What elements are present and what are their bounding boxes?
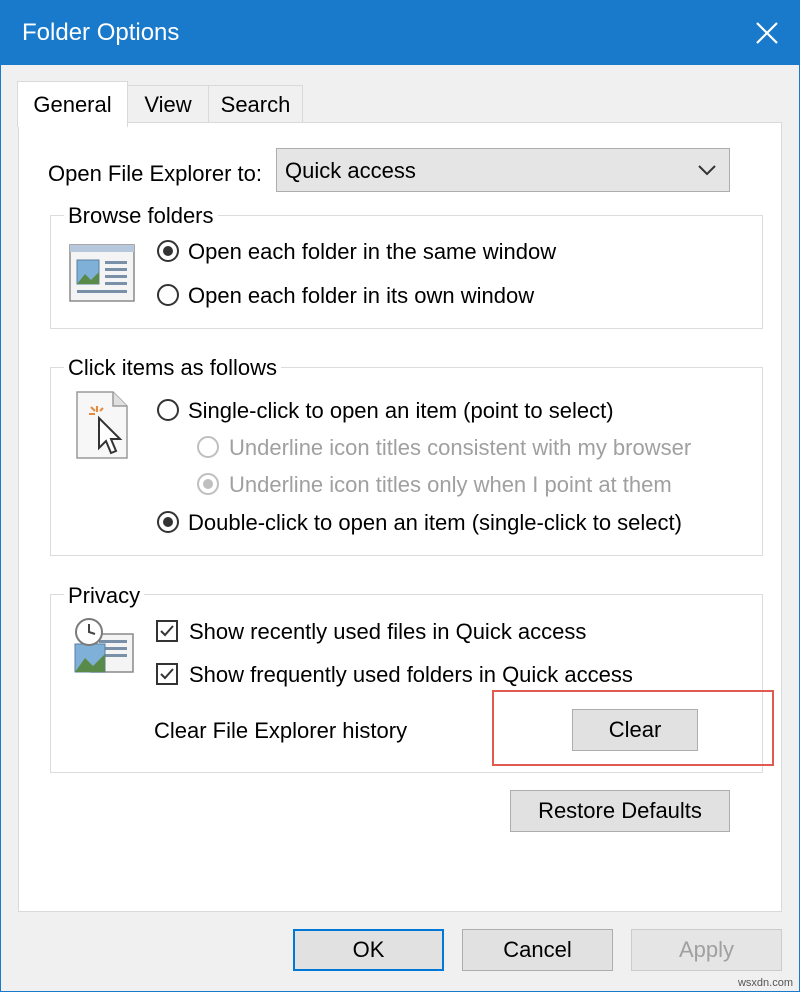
- radio-own-window[interactable]: [157, 284, 179, 306]
- close-icon: [756, 22, 778, 44]
- close-button[interactable]: [735, 1, 799, 65]
- open-explorer-label: Open File Explorer to:: [48, 161, 262, 186]
- cancel-button[interactable]: Cancel: [462, 929, 613, 971]
- clear-history-label: Clear File Explorer history: [154, 718, 408, 743]
- radio-same-window[interactable]: [157, 240, 179, 262]
- radio-double-click[interactable]: [157, 511, 179, 533]
- open-explorer-dropdown[interactable]: Quick access: [276, 148, 730, 192]
- radio-underline-point: [197, 473, 219, 495]
- clear-button-highlight: [492, 690, 774, 766]
- click-items-title: Click items as follows: [64, 355, 282, 381]
- label-recent-files: Show recently used files in Quick access: [189, 619, 587, 644]
- title-bar: Folder Options: [1, 1, 799, 65]
- window-icon: [69, 244, 135, 302]
- tab-general[interactable]: General: [17, 81, 128, 127]
- tab-view[interactable]: View: [125, 85, 211, 124]
- label-single-click: Single-click to open an item (point to s…: [188, 398, 614, 423]
- ok-button[interactable]: OK: [293, 929, 444, 971]
- label-double-click: Double-click to open an item (single-cli…: [188, 510, 682, 535]
- checkmark-icon: [160, 668, 174, 680]
- radio-underline-browser: [197, 436, 219, 458]
- apply-button[interactable]: Apply: [631, 929, 782, 971]
- checkbox-frequent-folders[interactable]: [156, 663, 178, 685]
- label-underline-point: Underline icon titles only when I point …: [229, 472, 672, 497]
- label-frequent-folders: Show frequently used folders in Quick ac…: [189, 662, 633, 687]
- window-title: Folder Options: [22, 19, 180, 46]
- privacy-title: Privacy: [64, 583, 145, 609]
- label-own-window: Open each folder in its own window: [188, 283, 535, 308]
- dropdown-value: Quick access: [285, 158, 416, 183]
- label-same-window: Open each folder in the same window: [188, 239, 557, 264]
- folder-options-window: Folder Options General View Search Open …: [0, 0, 800, 992]
- browse-folders-group: [50, 215, 763, 329]
- radio-single-click[interactable]: [157, 399, 179, 421]
- browse-folders-title: Browse folders: [64, 203, 218, 229]
- checkbox-recent-files[interactable]: [156, 620, 178, 642]
- label-underline-browser: Underline icon titles consistent with my…: [229, 435, 692, 460]
- checkmark-icon: [160, 625, 174, 637]
- privacy-clock-icon: [74, 618, 134, 673]
- chevron-down-icon: [698, 165, 716, 176]
- watermark: wsxdn.com: [737, 977, 793, 989]
- cursor-icon: [76, 391, 128, 459]
- restore-defaults-button[interactable]: Restore Defaults: [510, 790, 730, 832]
- tab-search[interactable]: Search: [208, 85, 303, 124]
